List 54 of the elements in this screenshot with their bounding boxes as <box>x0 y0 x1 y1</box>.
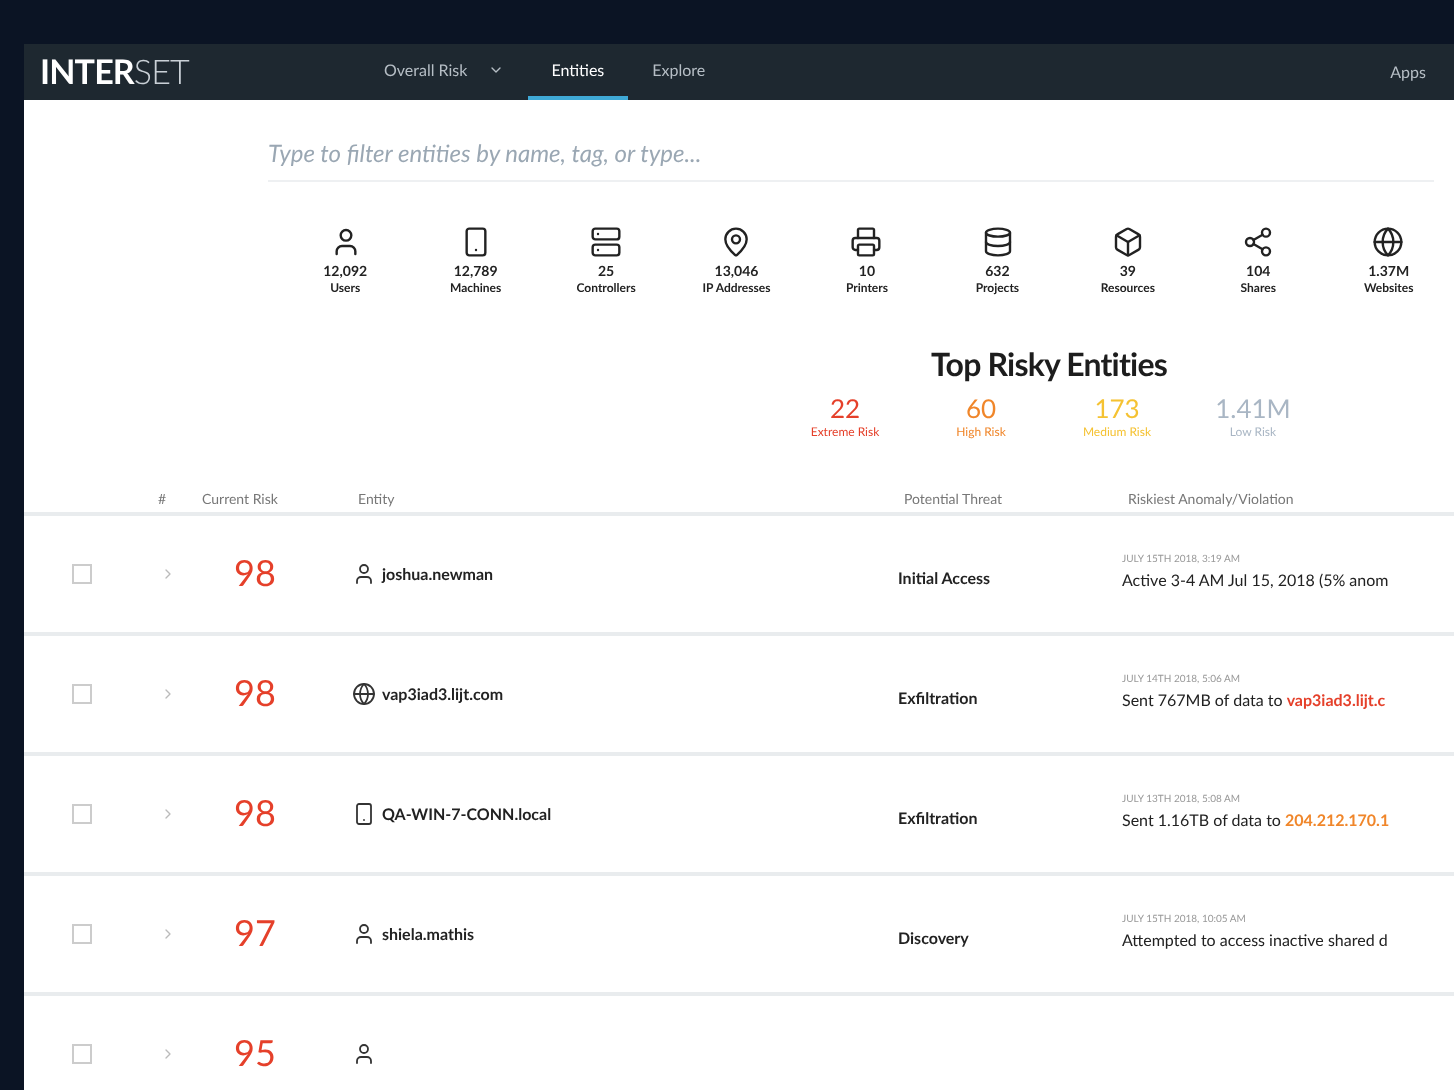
nav-tab[interactable]: Explore <box>628 44 730 100</box>
printer-icon <box>850 226 883 258</box>
threat-label: Discovery <box>898 927 969 947</box>
nav-tab[interactable]: Overall Risk <box>360 44 528 100</box>
risk-score: 98 <box>234 548 278 598</box>
entity-name[interactable]: shiela.mathis <box>382 921 475 945</box>
apps-menu[interactable]: Apps <box>1390 60 1438 84</box>
anomaly-description: Active 3-4 AM Jul 15, 2018 (5% anom <box>1122 568 1389 593</box>
map-pin-icon <box>720 226 753 258</box>
risk-count: 22 <box>829 394 861 424</box>
expand-chevron-icon[interactable] <box>160 925 176 941</box>
person-icon <box>352 921 376 945</box>
risk-score: 98 <box>234 788 278 838</box>
globe-icon <box>1372 226 1405 258</box>
caret-icon <box>487 62 504 78</box>
row-checkbox[interactable] <box>72 1043 92 1063</box>
risk-count: 1.41M <box>1215 394 1291 424</box>
row-checkbox[interactable] <box>72 803 92 823</box>
entity-name[interactable]: QA-WIN-7-CONN.local <box>382 801 552 825</box>
cube-icon <box>1111 226 1144 258</box>
anomaly-description: Sent 767MB of data to vap3iad3.lijt.c <box>1122 688 1386 713</box>
threat-label: Exfiltration <box>898 807 978 827</box>
table-row[interactable]: 95 <box>24 995 1454 1090</box>
risk-count: 173 <box>1094 394 1140 424</box>
share-icon <box>1242 226 1275 258</box>
row-checkbox[interactable] <box>72 683 92 703</box>
row-checkbox[interactable] <box>72 923 92 943</box>
expand-chevron-icon[interactable] <box>160 565 176 581</box>
phone-icon <box>459 226 492 258</box>
entity-name[interactable]: joshua.newman <box>382 561 494 585</box>
expand-chevron-icon[interactable] <box>160 1045 176 1061</box>
risk-score: 95 <box>234 1028 278 1078</box>
anomaly-description: Attempted to access inactive shared d <box>1122 928 1388 953</box>
section-title: Top Risky Entities <box>931 344 1167 388</box>
filter-field[interactable]: Type to filter entities by name, tag, or type... <box>268 136 1434 182</box>
brand-logo: INTERSET <box>40 48 189 97</box>
phone-icon <box>352 801 376 825</box>
person-icon <box>352 1041 376 1065</box>
globe-icon <box>352 681 376 705</box>
nav-tab[interactable]: Entities <box>527 44 629 100</box>
server-icon <box>590 226 623 258</box>
person-icon <box>352 561 376 585</box>
threat-label: Initial Access <box>898 567 991 587</box>
cylinder-icon <box>981 226 1014 258</box>
risk-score: 98 <box>234 668 278 718</box>
threat-label: Exfiltration <box>898 687 978 707</box>
row-checkbox[interactable] <box>72 563 92 583</box>
expand-chevron-icon[interactable] <box>160 685 176 701</box>
anomaly-description: Sent 1.16TB of data to 204.212.170.1 <box>1122 808 1390 833</box>
risk-score: 97 <box>234 908 278 958</box>
risk-count: 60 <box>965 394 997 424</box>
person-icon <box>329 226 362 258</box>
expand-chevron-icon[interactable] <box>160 805 176 821</box>
entity-name[interactable]: vap3iad3.lijt.com <box>382 681 504 705</box>
